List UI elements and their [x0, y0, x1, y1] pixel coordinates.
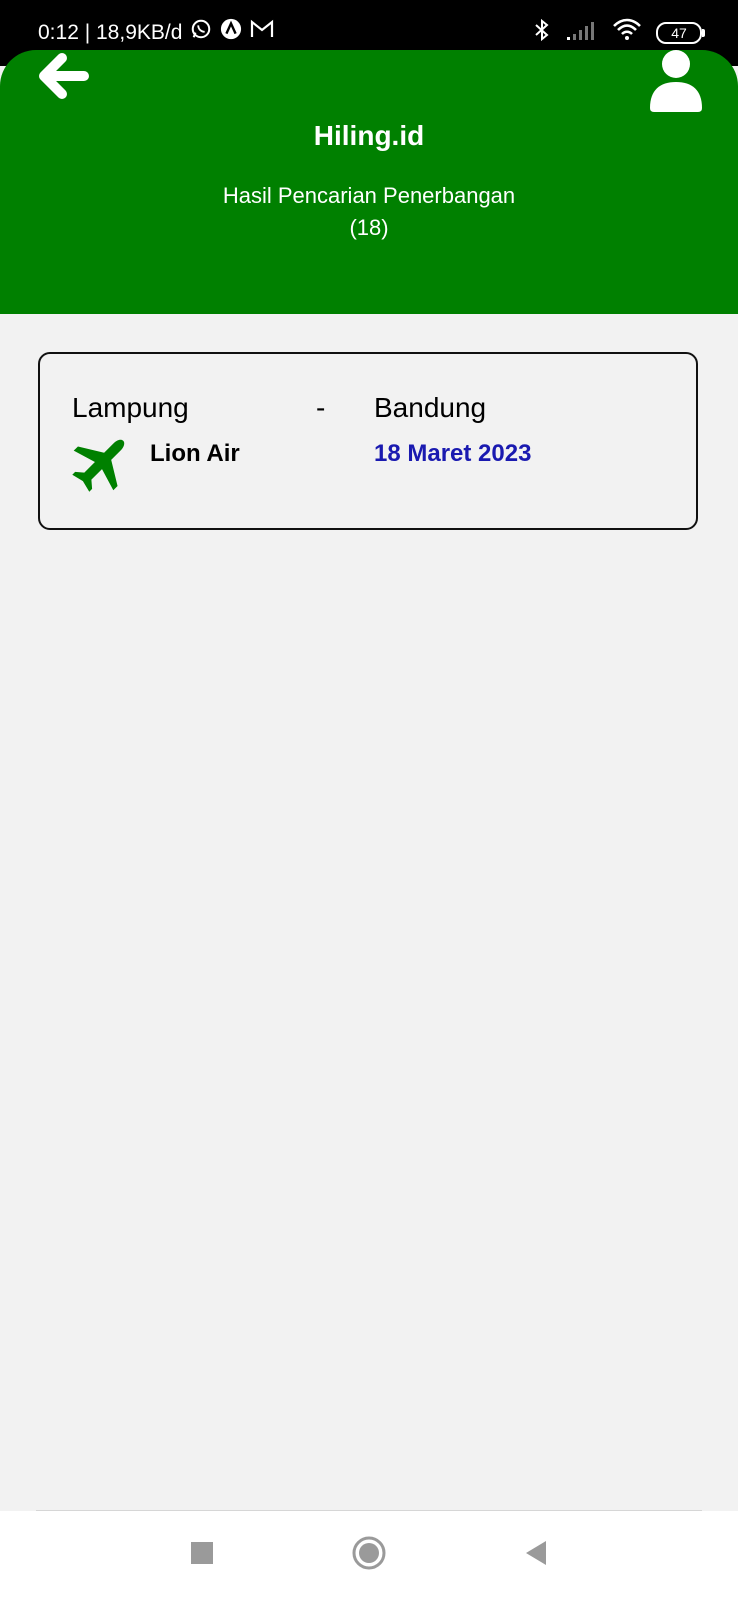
gmail-icon — [250, 19, 274, 47]
airplane-icon — [72, 439, 125, 492]
system-back-button[interactable] — [516, 1533, 556, 1573]
status-right: 47 — [532, 18, 705, 47]
results-heading: Hasil Pencarian Penerbangan — [222, 183, 516, 208]
recent-apps-button[interactable] — [182, 1533, 222, 1573]
circle-icon — [352, 1536, 386, 1570]
wifi-icon — [612, 18, 642, 47]
app-title: Hiling.id — [313, 120, 425, 151]
user-icon — [650, 50, 702, 112]
origin-city: Lampung — [72, 392, 189, 423]
destination-city: Bandung — [374, 392, 487, 423]
square-icon — [191, 1542, 213, 1564]
arrow-left-icon — [39, 53, 89, 99]
whatsapp-icon — [190, 18, 212, 48]
status-left: 0:12 | 18,9KB/d — [38, 18, 274, 48]
status-time-speed: 0:12 | 18,9KB/d — [38, 21, 183, 44]
results-count: (18) — [349, 215, 389, 240]
triangle-back-icon — [526, 1541, 546, 1565]
signal-icon — [566, 19, 598, 46]
back-button[interactable] — [36, 52, 92, 102]
system-navigation-bar — [0, 1511, 738, 1600]
profile-button[interactable] — [646, 50, 706, 112]
flight-date: 18 Maret 2023 — [374, 440, 532, 467]
app-header: Hiling.id Hasil Pencarian Penerbangan (1… — [0, 50, 738, 314]
airline-name: Lion Air — [150, 440, 240, 467]
home-button[interactable] — [349, 1533, 389, 1573]
bluetooth-icon — [532, 18, 552, 47]
results-subtitle: Hasil Pencarian Penerbangan (18) — [0, 180, 738, 244]
app-screen: 0:12 | 18,9KB/d 47 Hiling.id Hasil Penca… — [0, 0, 738, 1600]
flight-result-card[interactable]: Lampung - Bandung Lion Air 18 Maret 2023 — [38, 352, 698, 530]
app-notification-icon — [220, 18, 242, 48]
battery-indicator: 47 — [656, 21, 705, 44]
route-separator: - — [316, 392, 326, 423]
